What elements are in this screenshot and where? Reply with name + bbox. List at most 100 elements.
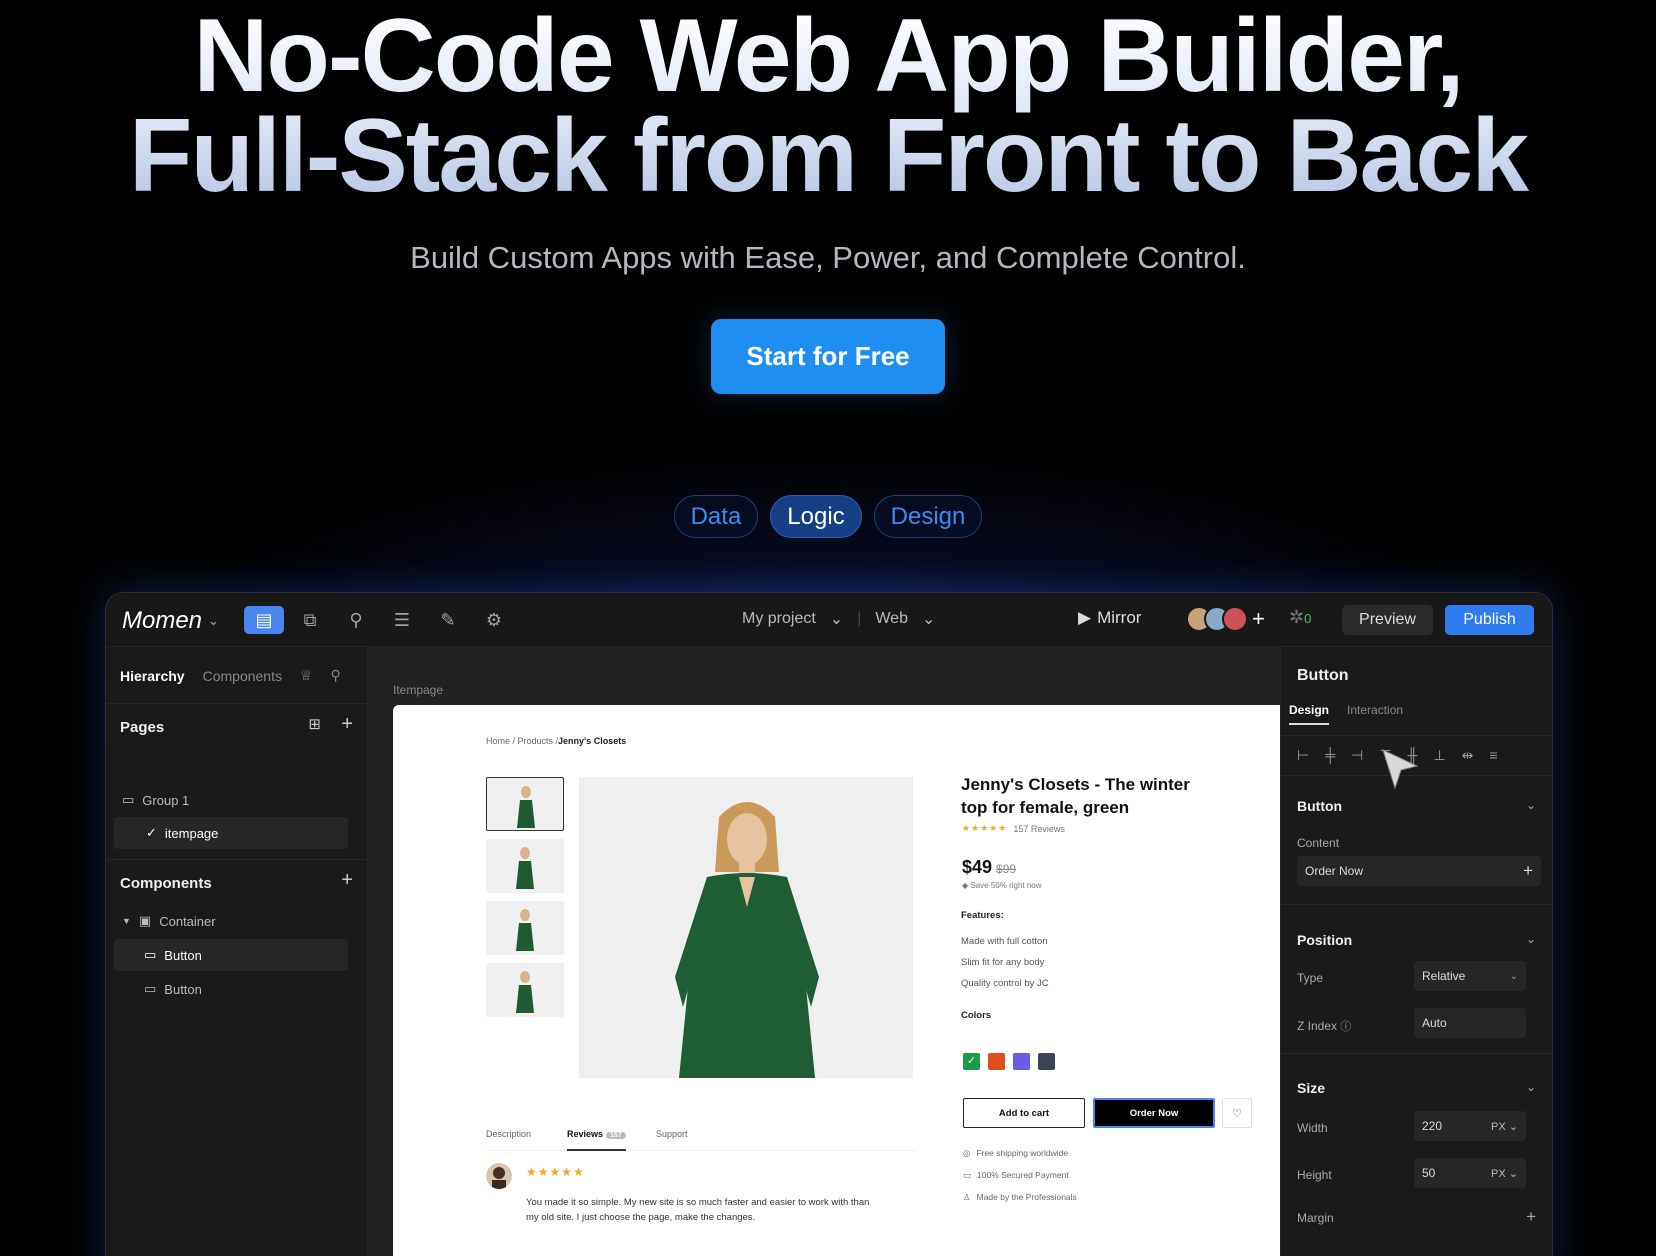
notification-count: 0 [1304,611,1312,626]
caret-down-icon[interactable]: ▼ [122,916,131,926]
tree-item-container[interactable]: ▼ ▣ Container [114,905,348,937]
height-field[interactable]: 50 PX ⌄ [1414,1158,1526,1188]
breadcrumb-prefix[interactable]: Home / Products / [486,736,558,746]
distribute-vertical-icon[interactable]: ≡ [1489,747,1497,764]
model-image [675,802,819,1078]
app-window: Momen ⌄ ▤ ⧉ ⚲ ☰ ✎ ⚙ My project ⌄ | Web ⌄… [105,592,1553,1256]
tab-design[interactable]: Design [1289,703,1330,725]
type-select[interactable]: Relative ⌄ [1414,961,1526,991]
mirror-button[interactable]: ▶ Mirror [1078,608,1141,628]
align-left-icon[interactable]: ⊢ [1297,747,1309,764]
tree-label: Container [159,913,216,929]
api-icon[interactable]: ⚲ [336,606,376,634]
product-thumbnail[interactable] [486,777,564,831]
tab-support[interactable]: Support [656,1129,688,1139]
collaborators: + [1186,606,1265,632]
add-to-cart-button[interactable]: Add to cart [963,1098,1085,1128]
tree-label: Button [164,981,202,997]
divider: | [857,610,862,627]
chevron-down-icon: ⌄ [1509,970,1518,982]
rating-row: ★★★★★ 157 Reviews [962,823,1065,834]
add-icon[interactable]: + [1523,861,1533,881]
pill-design[interactable]: Design [873,495,983,538]
zindex-label: Z Index ⓘ [1297,1018,1351,1034]
check-icon: ✓ [146,825,157,840]
shipping-item: ▭ 100% Secured Payment [963,1170,1069,1181]
product-thumbnail[interactable] [486,901,564,955]
zindex-label-text: Z Index [1297,1019,1338,1033]
tree-item-button[interactable]: ▭ Button [114,973,348,1005]
help-icon[interactable]: ⓘ [1340,1021,1351,1033]
chevron-down-icon: ⌄ [829,611,844,628]
align-right-icon[interactable]: ⊣ [1351,747,1363,764]
publish-button[interactable]: Publish [1445,605,1534,635]
data-model-icon[interactable]: ⧉ [290,606,330,634]
search-icon[interactable]: ⚲ [331,667,341,684]
tab-reviews[interactable]: Reviews 157 [567,1129,626,1151]
color-swatch-green[interactable]: ✓ [963,1053,980,1070]
tab-interaction[interactable]: Interaction [1347,703,1403,725]
align-bottom-icon[interactable]: ⊥ [1433,747,1445,764]
reviews-badge: 157 [606,1132,626,1139]
pill-logic[interactable]: Logic [770,495,862,538]
tab-components[interactable]: Components [203,668,282,684]
width-value: 220 [1422,1119,1443,1133]
feature-pills: Data Logic Design [0,495,1656,538]
ai-icon[interactable]: ✎ [428,606,468,634]
page-group[interactable]: ▭ Group 1 [114,784,348,816]
button-icon: ▭ [144,947,157,962]
tree-item-button[interactable]: ▭ Button [114,939,348,971]
divider [1281,1053,1552,1054]
logo-text: Momen [122,607,203,634]
bug-icon[interactable]: ✲0 [1289,607,1311,628]
color-swatch-orange[interactable] [988,1053,1005,1070]
panel-title: Button [1297,667,1349,684]
left-panel: Hierarchy Components ♕ ⚲ Pages ⊞ + ▭ Gro… [106,647,368,1256]
hero-subtitle: Build Custom Apps with Ease, Power, and … [410,240,1246,275]
add-folder-icon[interactable]: ⊞ [308,715,321,733]
actionflow-icon[interactable]: ☰ [382,606,422,634]
product-thumbnail[interactable] [486,963,564,1017]
reviews-count[interactable]: 157 Reviews [1013,824,1065,834]
product-thumbnail[interactable] [486,839,564,893]
tab-hierarchy[interactable]: Hierarchy [120,668,185,684]
platform-name[interactable]: Web [875,610,908,628]
layout-icon[interactable]: ▤ [244,606,284,634]
width-field[interactable]: 220 PX ⌄ [1414,1111,1526,1141]
color-swatch-purple[interactable] [1013,1053,1030,1070]
page-item[interactable]: ✓ itempage [114,817,348,849]
zindex-value: Auto [1422,1016,1447,1030]
tab-description[interactable]: Description [486,1129,531,1139]
align-center-icon[interactable]: ╪ [1325,747,1335,764]
heart-icon[interactable]: ♡ [1222,1098,1252,1128]
chevron-down-icon[interactable]: ⌄ [1526,932,1536,946]
zindex-field[interactable]: Auto [1414,1008,1526,1038]
project-selector[interactable]: My project ⌄ | Web ⌄ [742,609,935,629]
project-name[interactable]: My project [742,610,816,628]
order-now-button[interactable]: Order Now [1093,1098,1215,1128]
preview-button[interactable]: Preview [1342,605,1433,635]
avatar[interactable] [1222,606,1248,632]
mirror-label: Mirror [1097,608,1142,627]
add-component-icon[interactable]: + [341,869,353,892]
settings-icon[interactable]: ⚙ [474,606,514,634]
height-unit[interactable]: PX ⌄ [1491,1167,1518,1180]
trophy-icon[interactable]: ♕ [300,667,313,684]
app-logo[interactable]: Momen ⌄ [122,607,219,635]
add-collaborator-icon[interactable]: + [1252,606,1265,632]
width-unit[interactable]: PX ⌄ [1491,1120,1518,1133]
unit-label: PX [1491,1167,1506,1180]
content-field[interactable]: Order Now + [1297,856,1541,886]
distribute-horizontal-icon[interactable]: ⇹ [1462,747,1474,764]
color-swatch-slate[interactable] [1038,1053,1055,1070]
chevron-down-icon[interactable]: ⌄ [1526,1080,1536,1094]
start-for-free-button[interactable]: Start for Free [711,319,945,394]
add-page-icon[interactable]: + [341,713,353,736]
add-icon[interactable]: + [1526,1207,1536,1227]
rating-stars: ★★★★★ [962,823,1008,833]
chevron-down-icon: ⌄ [208,613,219,628]
hero-title: No-Code Web App Builder, Full-Stack from… [0,0,1656,208]
chevron-down-icon[interactable]: ⌄ [1526,798,1536,812]
canvas[interactable]: Itempage Home / Products /Jenny's Closet… [368,647,1280,1256]
pill-data[interactable]: Data [673,495,759,538]
